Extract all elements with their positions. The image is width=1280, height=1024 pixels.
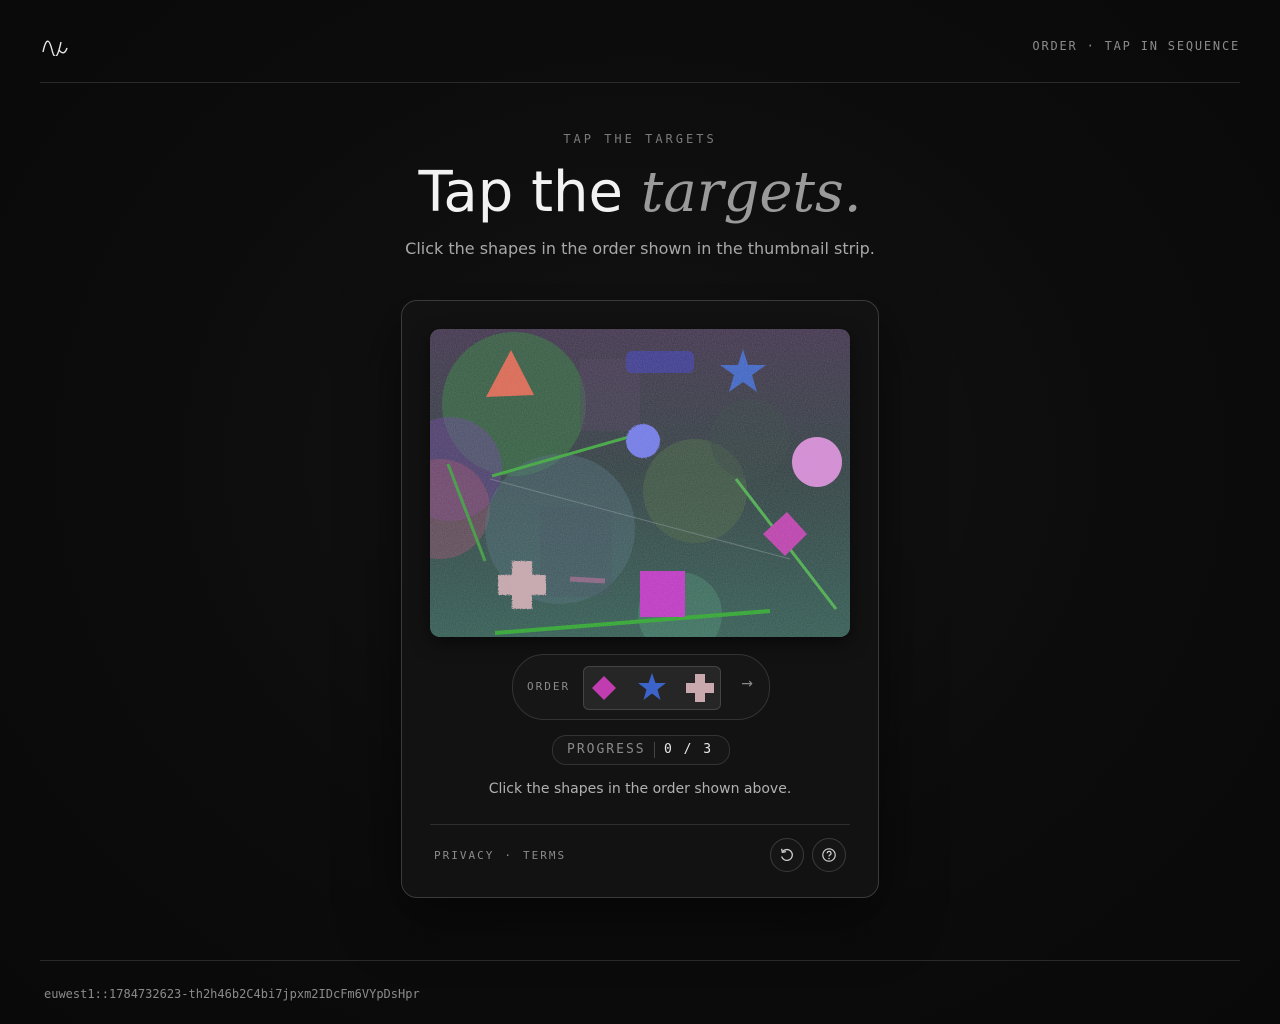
page-title: Tap the targets.: [0, 158, 1280, 228]
legal-links: PRIVACY · TERMS: [434, 849, 566, 862]
help-icon: [822, 848, 836, 862]
instruction-text: Click the shapes in the order shown abov…: [488, 781, 792, 797]
reload-icon: [780, 848, 793, 861]
arrow-right-icon: →: [741, 676, 753, 692]
title-plain: Tap the: [418, 160, 623, 225]
thumbnail-star: [638, 673, 666, 700]
link-separator: ·: [504, 849, 513, 862]
privacy-link[interactable]: PRIVACY: [434, 849, 494, 862]
order-thumbnails: [583, 666, 721, 710]
reload-button[interactable]: [770, 838, 804, 872]
challenge-card: ORDER → PROGRESS 0 / 3 Click the shapes …: [401, 300, 879, 898]
title-accent: targets.: [640, 160, 862, 225]
mode-tag: ORDER · TAP IN SEQUENCE: [1032, 39, 1240, 53]
help-button[interactable]: [812, 838, 846, 872]
wave-logo-icon: [42, 40, 68, 56]
challenge-canvas-svg[interactable]: [430, 329, 850, 637]
terms-link[interactable]: TERMS: [523, 849, 566, 862]
progress-label: PROGRESS: [567, 742, 646, 757]
page-subtitle: Click the shapes in the order shown in t…: [405, 239, 875, 258]
footer-divider: [40, 960, 1240, 961]
progress-value: 0 / 3: [664, 742, 714, 757]
order-label: ORDER: [527, 680, 571, 693]
card-divider: [430, 824, 850, 825]
order-strip: ORDER →: [512, 654, 770, 720]
top-header: ORDER · TAP IN SEQUENCE: [40, 0, 1240, 83]
thumbnail-diamond: [592, 676, 616, 700]
eyebrow-label: TAP THE TARGETS: [563, 132, 717, 146]
challenge-canvas[interactable]: [430, 329, 850, 637]
thumbnail-cross-blob: [686, 674, 714, 702]
session-id: euwest1::1784732623-th2h46b2C4bi7jpxm2ID…: [44, 987, 420, 1001]
progress-divider: [654, 742, 655, 758]
progress-indicator: PROGRESS 0 / 3: [552, 735, 730, 765]
